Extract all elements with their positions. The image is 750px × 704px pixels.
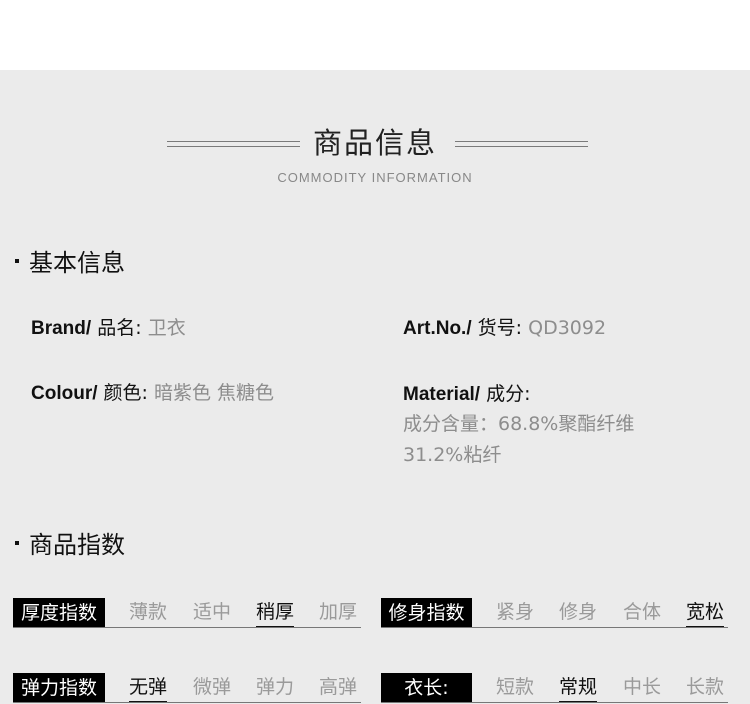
material-key-zh: 成分: [486,383,531,405]
thickness-index-label: 厚度指数 [13,598,105,628]
length-option-4: 长款 [685,676,724,698]
colour-key: Colour/ [31,383,98,404]
section-title: 商品信息 [312,126,437,160]
elasticity-option-3: 弹力 [255,676,294,698]
colour-field: Colour/ 颜色: 暗紫色 焦糖色 [31,378,274,409]
material-field: Material/ 成分: [403,379,531,410]
elasticity-index-label: 弹力指数 [13,673,105,703]
elasticity-index-row: 弹力指数 无弹 微弹 弹力 高弹 [13,673,361,703]
material-line-1: 成分含量：68.8%聚酯纤维 [403,413,635,435]
brand-value: 卫衣 [147,317,186,339]
thickness-option-4: 加厚 [318,601,357,623]
colour-value: 暗紫色 焦糖色 [154,382,275,404]
length-option-1: 短款 [495,676,534,698]
fit-index-row: 修身指数 紧身 修身 合体 宽松 [381,598,728,628]
colour-key-zh: 颜色: [103,382,148,404]
thickness-index-row: 厚度指数 薄款 适中 稍厚 加厚 [13,598,361,628]
art-no-key-zh: 货号: [477,317,523,339]
brand-field: Brand/ 品名: 卫衣 [31,313,186,344]
basic-info-heading: 基本信息 [15,243,125,278]
elasticity-option-2: 微弹 [192,676,231,698]
fit-index-label: 修身指数 [381,598,472,628]
product-index-heading-text: 商品指数 [29,531,125,559]
length-option-2-selected: 常规 [553,673,603,703]
material-value: 成分含量：68.8%聚酯纤维 31.2%粘纤 [403,409,634,471]
fit-option-3: 合体 [622,601,661,623]
bullet-icon [15,259,19,263]
length-option-3: 中长 [622,676,661,698]
length-index-label: 衣长: [381,673,472,703]
brand-key: Brand/ [31,318,92,339]
art-no-value: QD3092 [528,317,607,339]
product-index-heading: 商品指数 [15,525,125,560]
elasticity-baseline [13,702,361,703]
art-no-key: Art.No./ [403,318,472,339]
basic-info-heading-text: 基本信息 [29,249,125,277]
thickness-option-2: 适中 [192,601,231,623]
fit-option-2: 修身 [558,601,597,623]
bullet-icon [15,541,19,545]
thickness-option-1: 薄款 [128,601,167,623]
elasticity-option-4: 高弹 [318,676,357,698]
thickness-baseline [13,627,361,628]
material-line-2: 31.2%粘纤 [403,444,502,466]
fit-option-4-selected: 宽松 [680,598,730,628]
title-rule-right [455,141,588,147]
material-key: Material/ [403,384,481,405]
length-baseline [381,702,728,703]
fit-option-1: 紧身 [495,601,534,623]
thickness-option-3-selected: 稍厚 [250,598,300,628]
fit-baseline [381,627,728,628]
length-index-row: 衣长: 短款 常规 中长 长款 [381,673,728,703]
section-subtitle: COMMODITY INFORMATION [277,170,473,185]
elasticity-option-1-selected: 无弹 [123,673,173,703]
art-no-field: Art.No./ 货号: QD3092 [403,313,606,344]
brand-key-zh: 品名: [97,317,142,339]
